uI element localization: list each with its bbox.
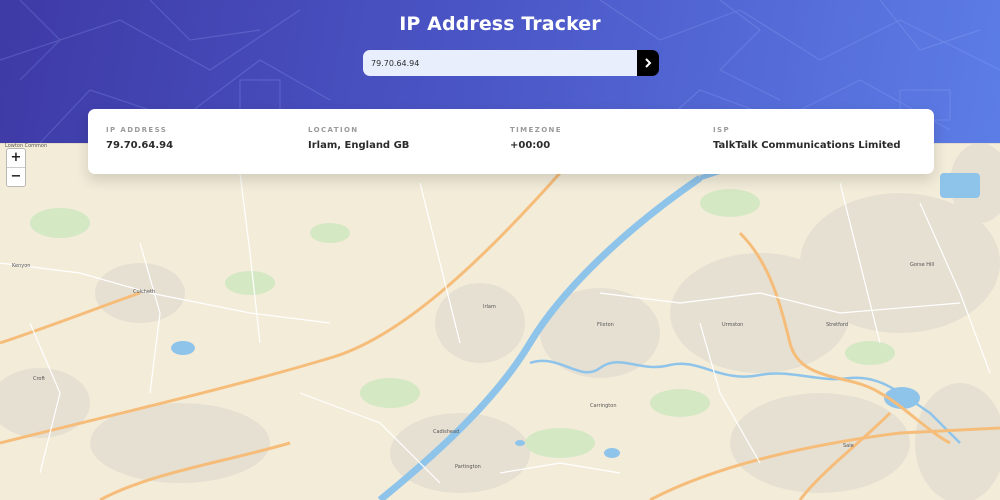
- ip-search-input[interactable]: [363, 50, 637, 76]
- info-label: TIMEZONE: [510, 126, 562, 134]
- place-label: Irlam: [483, 304, 496, 310]
- place-label: Gorse Hill: [910, 262, 935, 268]
- place-label: Partington: [455, 464, 481, 470]
- place-label: Kenyon: [12, 263, 31, 269]
- place-label: Urmston: [722, 322, 744, 328]
- zoom-in-button[interactable]: +: [7, 149, 25, 167]
- info-isp: ISP TalkTalk Communications Limited: [713, 126, 901, 151]
- info-timezone: TIMEZONE +00:00: [510, 126, 562, 151]
- info-location: LOCATION Irlam, England GB: [308, 126, 409, 151]
- info-value: 79.70.64.94: [106, 140, 174, 151]
- place-label: Cadishead: [433, 429, 460, 435]
- place-label: Carrington: [590, 403, 617, 409]
- info-value: Irlam, England GB: [308, 140, 410, 151]
- place-label: Sale: [843, 443, 854, 449]
- chevron-right-icon: [644, 56, 652, 71]
- info-value: TalkTalk Communications Limited: [713, 140, 901, 151]
- zoom-control: + −: [6, 148, 26, 187]
- place-label: Stretford: [826, 322, 849, 328]
- search-bar: [363, 50, 659, 76]
- ip-info-card: IP ADDRESS 79.70.64.94 LOCATION Irlam, E…: [88, 109, 934, 174]
- map[interactable]: Lowton Common Kenyon Culcheth Croft Irla…: [0, 143, 1000, 500]
- info-ip-address: IP ADDRESS 79.70.64.94: [106, 126, 173, 151]
- info-label: ISP: [713, 126, 730, 134]
- zoom-out-button[interactable]: −: [7, 167, 25, 186]
- place-label: Culcheth: [133, 289, 156, 295]
- place-label: Flixton: [597, 322, 614, 328]
- place-label: Croft: [33, 376, 46, 382]
- page-title: IP Address Tracker: [399, 13, 601, 35]
- info-label: LOCATION: [308, 126, 359, 134]
- search-submit-button[interactable]: [637, 50, 659, 76]
- info-value: +00:00: [510, 140, 551, 151]
- info-label: IP ADDRESS: [106, 126, 168, 134]
